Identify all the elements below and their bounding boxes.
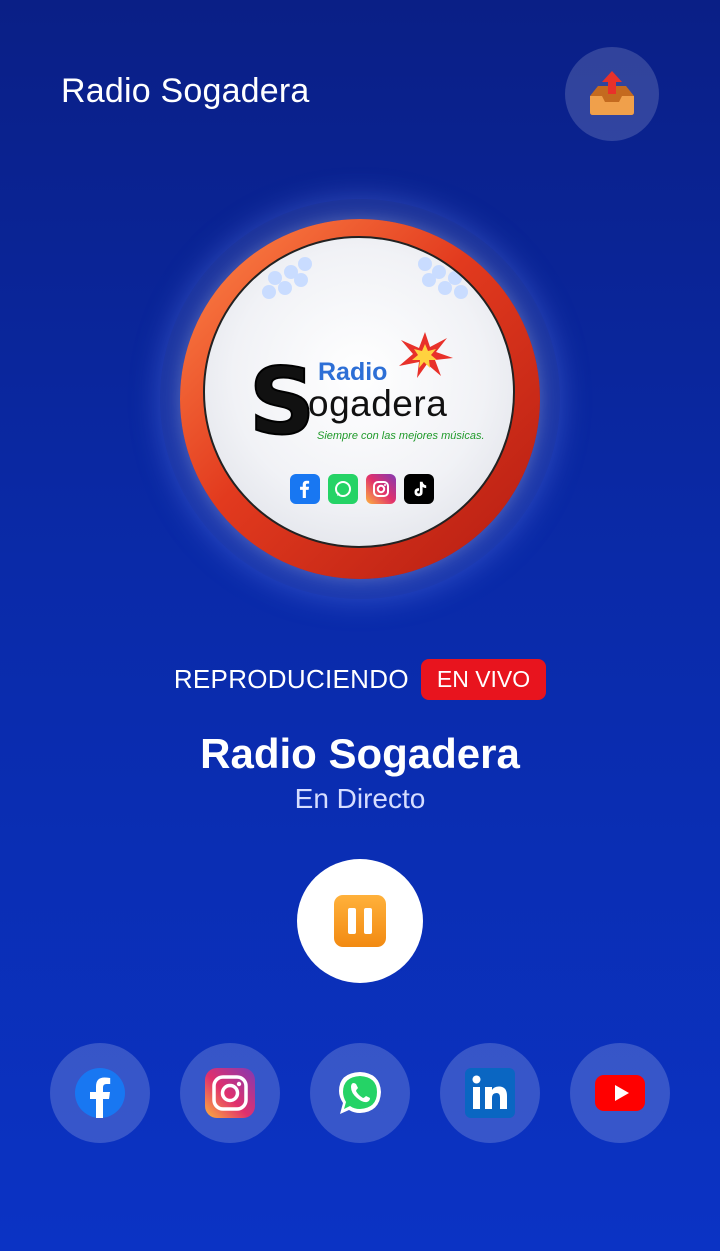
youtube-icon — [595, 1075, 645, 1111]
instagram-button[interactable] — [180, 1043, 280, 1143]
whatsapp-button[interactable] — [310, 1043, 410, 1143]
station-name: Radio Sogadera — [200, 730, 520, 777]
station-subtitle: En Directo — [294, 783, 426, 814]
burst-icon — [399, 332, 453, 378]
outbox-tray-icon — [590, 71, 634, 115]
instagram-icon — [205, 1068, 255, 1118]
stadium-light-icon — [262, 257, 312, 299]
whatsapp-icon — [339, 1072, 381, 1114]
linkedin-button[interactable] — [440, 1043, 540, 1143]
tiktok-icon — [404, 474, 434, 504]
whatsapp-icon — [328, 474, 358, 504]
app-title: Radio Sogadera — [61, 72, 310, 110]
live-badge: EN VIVO — [420, 659, 547, 700]
status-label: REPRODUCIENDO — [173, 664, 409, 694]
play-pause-button[interactable] — [297, 859, 423, 983]
instagram-icon — [366, 474, 396, 504]
now-playing-row: REPRODUCIENDO EN VIVO — [0, 659, 720, 700]
pause-icon — [334, 895, 386, 947]
linkedin-icon — [465, 1068, 515, 1118]
logo-initial: S — [248, 348, 316, 455]
facebook-button[interactable] — [50, 1043, 150, 1143]
stadium-light-icon — [418, 257, 468, 299]
facebook-icon — [75, 1068, 125, 1118]
share-button[interactable] — [565, 47, 659, 141]
station-artwork: Radio S ogadera Siempre con las mejores … — [203, 236, 515, 548]
logo-tagline: Siempre con las mejores músicas. — [317, 430, 485, 442]
artwork-social-icons — [290, 474, 434, 504]
logo-name-text: ogadera — [308, 383, 448, 424]
youtube-button[interactable] — [570, 1043, 670, 1143]
facebook-icon — [290, 474, 320, 504]
